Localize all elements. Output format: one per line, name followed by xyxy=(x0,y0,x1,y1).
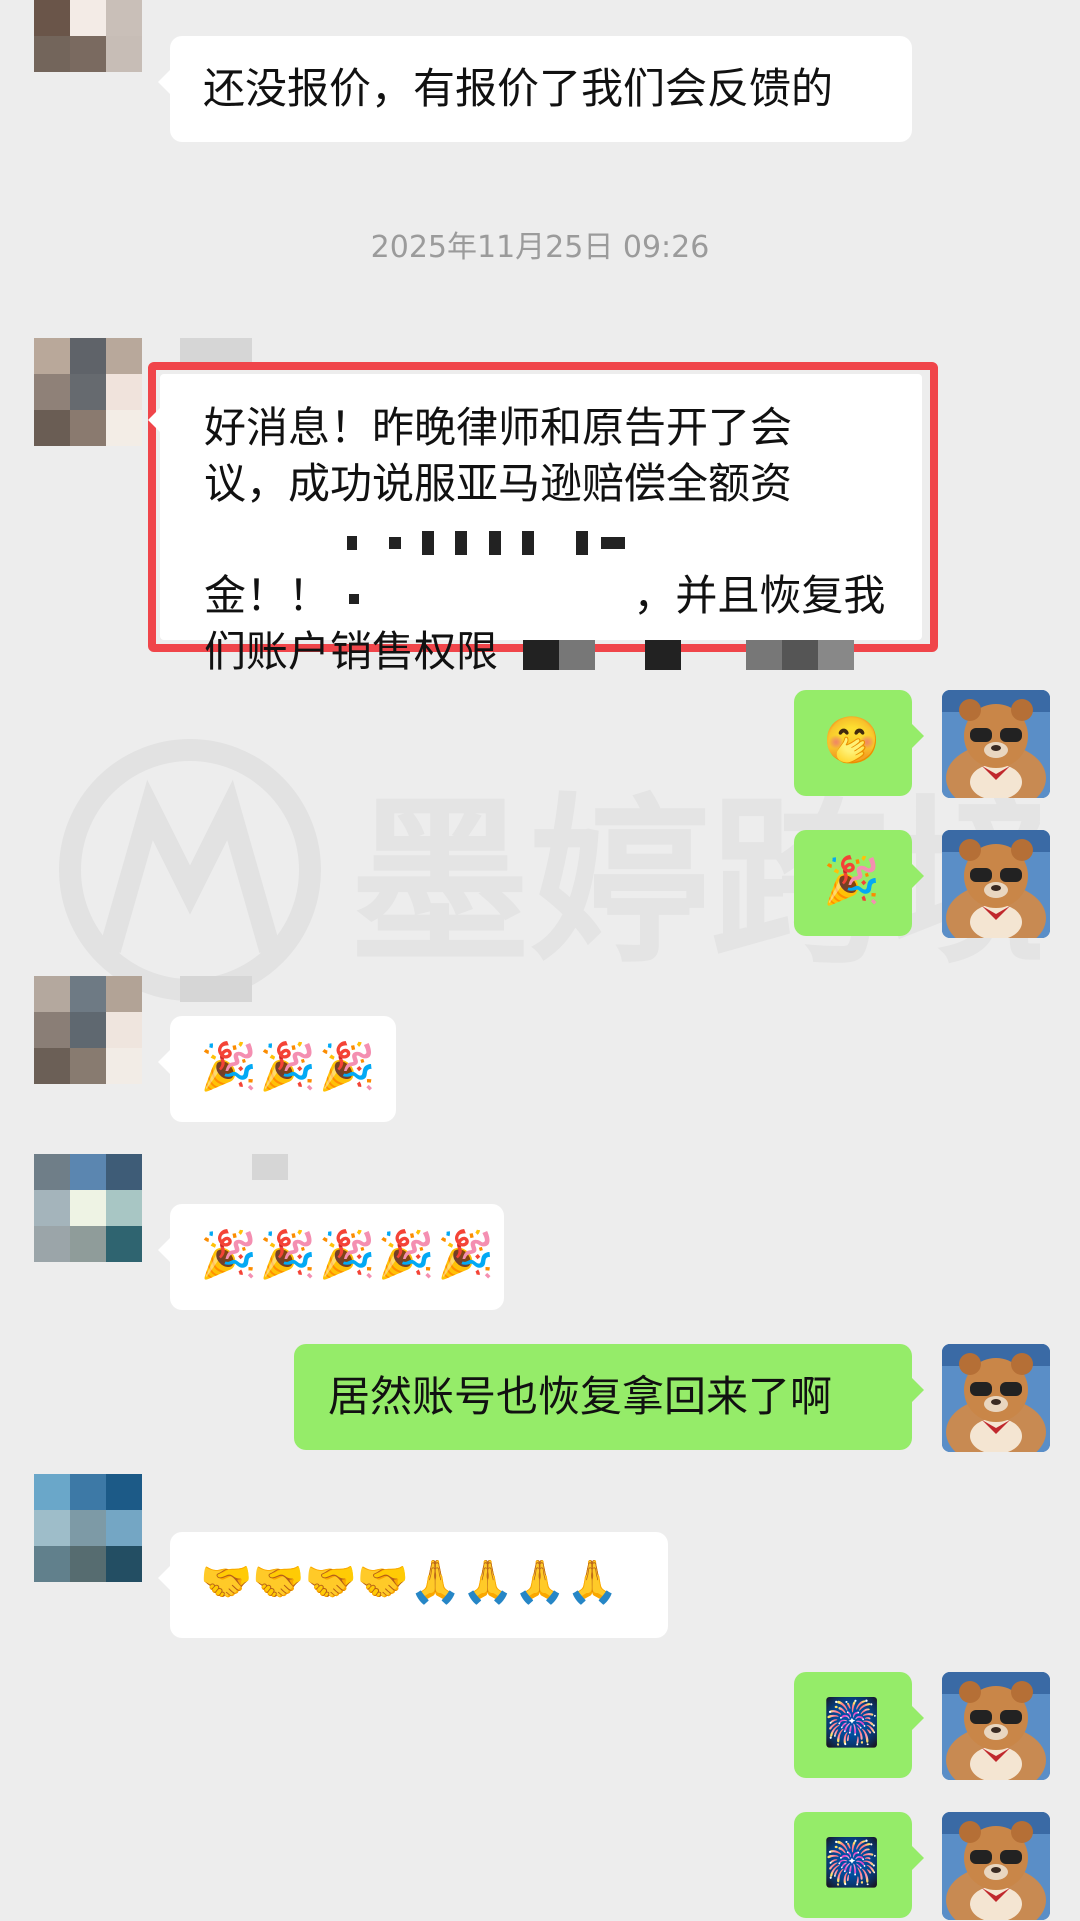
message-bubble[interactable]: 🤭 xyxy=(794,690,924,796)
message-bubble[interactable]: 🎆 xyxy=(794,1812,924,1918)
message-bubble[interactable]: 🎆 xyxy=(794,1672,924,1778)
emoji-party-popper: 🎉 xyxy=(823,853,883,907)
emoji-hand-over-mouth: 🤭 xyxy=(823,713,883,767)
avatar-self[interactable] xyxy=(942,1812,1050,1920)
sender-name-redacted xyxy=(252,1154,288,1180)
avatar-self[interactable] xyxy=(942,690,1050,798)
message-bubble[interactable]: 🎉 xyxy=(794,830,924,936)
message-text: 还没报价，有报价了我们会反馈的 xyxy=(203,64,834,113)
sender-name-redacted xyxy=(180,976,252,1002)
avatar-self[interactable] xyxy=(942,1344,1050,1452)
message-line: 金！！ ，并且恢复我 xyxy=(204,512,922,624)
avatar[interactable] xyxy=(34,1474,142,1582)
timestamp: 2025年11月25日 09:26 xyxy=(370,230,710,265)
message-text: 居然账号也恢复拿回来了啊 xyxy=(328,1372,833,1421)
avatar[interactable] xyxy=(34,976,142,1084)
emoji-fireworks: 🎆 xyxy=(823,1695,883,1749)
bear-icon xyxy=(942,690,1050,798)
redacted-text xyxy=(343,512,633,624)
message-text: 们账户销售权限 xyxy=(204,627,499,676)
message-bubble[interactable]: 居然账号也恢复拿回来了啊 xyxy=(294,1344,924,1450)
redacted-text xyxy=(511,627,855,676)
emoji-fireworks: 🎆 xyxy=(823,1835,883,1889)
emoji-handshake-and-pray: 🤝🤝🤝🤝🙏🙏🙏🙏 xyxy=(200,1557,619,1606)
bear-icon xyxy=(942,1812,1050,1920)
avatar[interactable] xyxy=(34,1154,142,1262)
message-line: 议，成功说服亚马逊赔偿全额资 xyxy=(204,459,793,508)
emoji-party-popper-x3: 🎉🎉🎉 xyxy=(200,1039,378,1093)
message-bubble[interactable]: 好消息！昨晚律师和原告开了会 议，成功说服亚马逊赔偿全额资 金！！ ，并且恢复我… xyxy=(148,374,922,676)
watermark-text: 墨婷跨境 xyxy=(350,779,1040,988)
message-line: 们账户销售权限 xyxy=(204,624,922,680)
avatar[interactable] xyxy=(34,0,142,72)
avatar-self[interactable] xyxy=(942,1672,1050,1780)
avatar[interactable] xyxy=(34,338,142,446)
message-bubble[interactable]: 还没报价，有报价了我们会反馈的 xyxy=(158,36,912,142)
message-text: 金！！ xyxy=(204,571,331,620)
sender-name-redacted xyxy=(180,338,252,364)
message-line: 好消息！昨晚律师和原告开了会 xyxy=(204,403,793,452)
bear-icon xyxy=(942,1672,1050,1780)
avatar-self[interactable] xyxy=(942,830,1050,938)
emoji-party-popper-x5: 🎉🎉🎉🎉🎉 xyxy=(200,1227,497,1281)
bear-icon xyxy=(942,1344,1050,1452)
bear-icon xyxy=(942,830,1050,938)
message-bubble[interactable]: 🎉🎉🎉🎉🎉 xyxy=(158,1204,504,1310)
message-bubble[interactable]: 🎉🎉🎉 xyxy=(158,1016,396,1122)
message-bubble[interactable]: 🤝🤝🤝🤝🙏🙏🙏🙏 xyxy=(158,1532,668,1638)
message-text: ，并且恢复我 xyxy=(633,571,886,620)
